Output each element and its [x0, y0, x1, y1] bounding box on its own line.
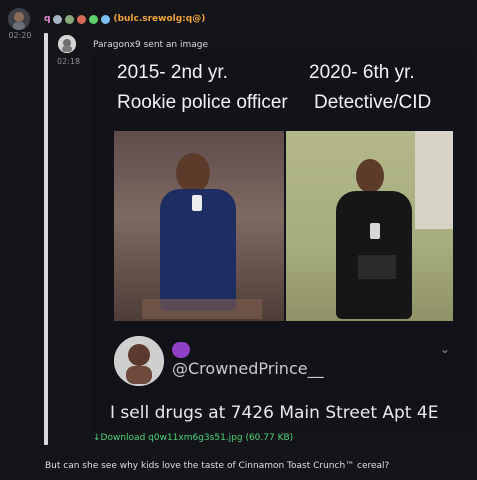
left-photo	[114, 131, 284, 321]
tweet-text: I sell drugs at 7426 Main Street Apt 4E	[110, 403, 439, 423]
caption-right-line2: Detective/CID	[314, 92, 432, 113]
username[interactable]: q	[44, 14, 50, 24]
reply-text: Paragonx9 sent an image	[93, 40, 209, 50]
hostname[interactable]: (bulc.srewolg:q@)	[113, 14, 205, 24]
tweet-handle: @CrownedPrince__	[172, 359, 324, 378]
badge-icon-1	[53, 14, 63, 24]
caption-left-line2: Rookie police officer	[117, 92, 288, 113]
thread-bar	[44, 33, 48, 445]
right-photo	[286, 131, 453, 321]
tweet-avatar	[114, 336, 164, 386]
badge-icon-4	[89, 14, 99, 24]
reply-avatar-icon	[58, 35, 76, 53]
badge-icon-5	[101, 14, 111, 24]
shared-image[interactable]: 2015- 2nd yr. Rookie police officer 2020…	[93, 52, 474, 433]
download-link[interactable]: ↓Download q0w11xm6g3s51.jpg (60.77 KB)	[93, 433, 293, 443]
message-time: 02:20	[8, 31, 32, 40]
reply-avatar[interactable]	[58, 35, 76, 53]
reply-time: 02:18	[57, 57, 81, 66]
tweet-avatar-image	[114, 336, 164, 386]
devil-emoji	[172, 342, 190, 358]
badge-icon-2	[65, 14, 75, 24]
message-header: q (bulc.srewolg:q@)	[44, 12, 205, 26]
message-text: But can she see why kids love the taste …	[45, 461, 390, 471]
avatar-image	[8, 8, 30, 30]
badge-icon-3	[77, 14, 87, 24]
user-avatar[interactable]	[8, 8, 30, 30]
caption-right-line1: 2020- 6th yr.	[309, 62, 415, 83]
chevron-down-icon: ⌄	[440, 342, 451, 356]
caption-left-line1: 2015- 2nd yr.	[117, 62, 228, 83]
